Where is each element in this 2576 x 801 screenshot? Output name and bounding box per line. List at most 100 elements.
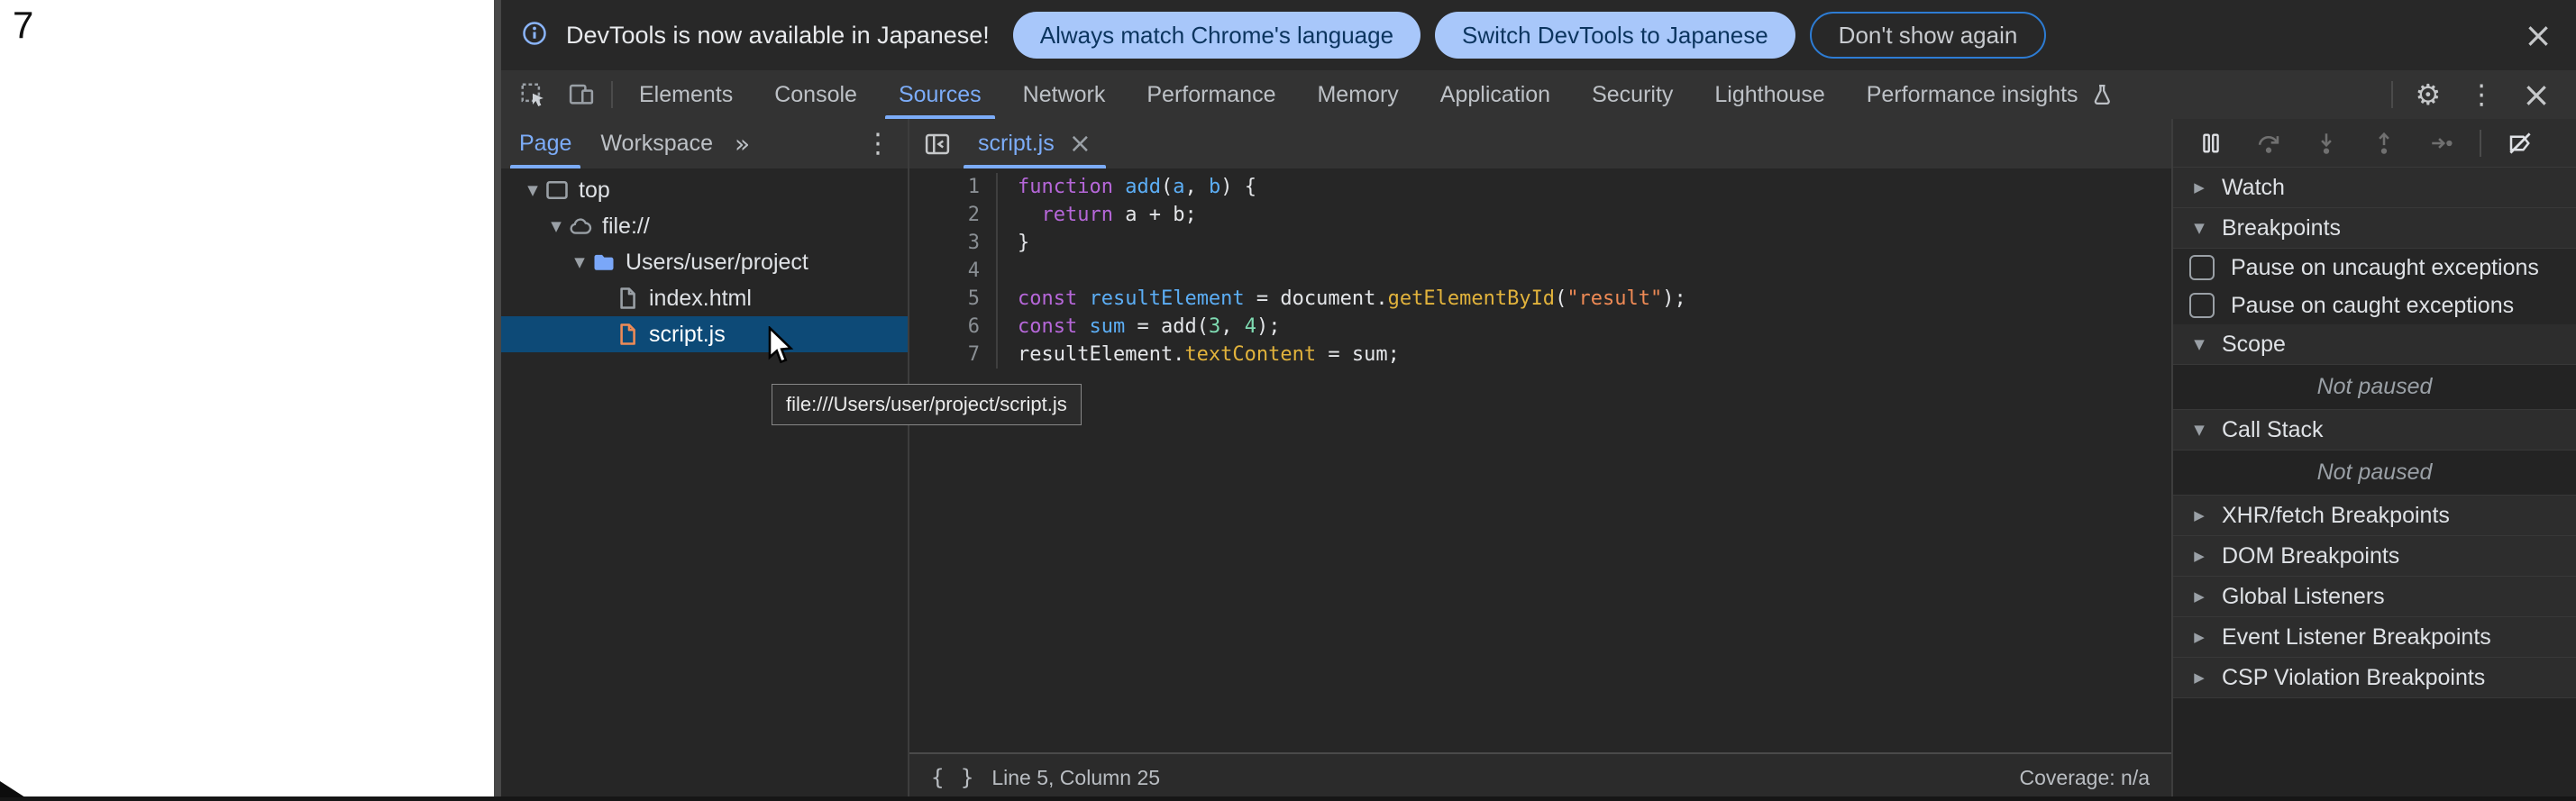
tree-item-script-js[interactable]: script.js xyxy=(501,316,908,352)
partial-cursor-bottom-left xyxy=(0,781,27,797)
section-event-listener-breakpoints[interactable]: ▶ Event Listener Breakpoints xyxy=(2173,617,2576,658)
tab-label: Console xyxy=(774,82,857,108)
expander-icon[interactable]: ▼ xyxy=(2188,336,2211,352)
step-into-icon[interactable] xyxy=(2314,131,2339,156)
line-number[interactable]: 6 xyxy=(909,313,998,341)
line-number[interactable]: 1 xyxy=(909,173,998,201)
section-label: Global Listeners xyxy=(2222,584,2385,610)
code-text: function add(a, b) { xyxy=(998,173,1256,201)
editor-tab-scriptjs[interactable]: script.js × xyxy=(960,119,1110,168)
expander-icon[interactable]: ▶ xyxy=(2188,588,2211,605)
line-number[interactable]: 2 xyxy=(909,201,998,229)
section-breakpoints[interactable]: ▼Breakpoints xyxy=(2173,208,2576,249)
device-toolbar-icon[interactable] xyxy=(557,70,606,119)
pause-icon[interactable] xyxy=(2198,131,2224,156)
code-line-1: 1function add(a, b) { xyxy=(909,173,2171,201)
devtools-tabbar: Elements Console SourcesNetwork Performance… xyxy=(501,70,2576,119)
devtools-close-icon[interactable]: × xyxy=(2511,77,2562,112)
checkbox-icon[interactable] xyxy=(2189,293,2215,318)
sources-navigator-pane: Page Workspace » ⋮ ▼top▼file://▼Users/us… xyxy=(501,119,909,801)
option-pause-on-caught-exceptions[interactable]: Pause on caught exceptions xyxy=(2173,287,2576,324)
code-line-3: 3} xyxy=(909,229,2171,257)
always-match-chromes-language-button[interactable]: Always match Chrome's language xyxy=(1013,12,1420,59)
tab-network[interactable]: Network xyxy=(1002,70,1127,119)
editor-tab-close-icon[interactable]: × xyxy=(1069,131,1092,158)
folder-icon xyxy=(591,250,622,275)
editor-pane: script.js × 1function add(a, b) {2 retur… xyxy=(909,119,2173,801)
expander-icon[interactable]: ▼ xyxy=(544,218,568,234)
section-call-stack[interactable]: ▼ Call Stack xyxy=(2173,410,2576,451)
more-tabs-icon[interactable]: » xyxy=(727,129,757,159)
step-icon[interactable] xyxy=(2429,131,2454,156)
step-over-icon[interactable] xyxy=(2256,131,2281,156)
line-number[interactable]: 4 xyxy=(909,257,998,285)
line-number[interactable]: 3 xyxy=(909,229,998,257)
switch-devtools-to-japanese-button[interactable]: Switch DevTools to Japanese xyxy=(1435,12,1795,59)
tab-sources[interactable]: Sources xyxy=(878,70,1002,119)
pretty-print-icon[interactable]: { } xyxy=(931,765,975,790)
settings-gear-icon[interactable]: ⚙ xyxy=(2404,77,2452,112)
debugger-sidebar: ▶Watch▼BreakpointsPause on uncaught exce… xyxy=(2173,119,2576,801)
tree-item-label: Users/user/project xyxy=(626,250,808,276)
navigator-menu-kebab-icon[interactable]: ⋮ xyxy=(864,128,908,159)
kebab-menu-icon[interactable]: ⋮ xyxy=(2457,79,2506,111)
tab-page[interactable]: Page xyxy=(505,119,586,168)
option-pause-on-uncaught-exceptions[interactable]: Pause on uncaught exceptions xyxy=(2173,249,2576,287)
coverage-label: Coverage: n/a xyxy=(2020,766,2150,790)
code-text: const sum = add(3, 4); xyxy=(998,313,1280,341)
tab-console[interactable]: Console xyxy=(754,70,878,119)
tab-memory[interactable]: Memory xyxy=(1296,70,1419,119)
code-text: } xyxy=(998,229,1029,257)
infobar-close-icon[interactable]: × xyxy=(2524,18,2553,52)
expander-icon[interactable]: ▼ xyxy=(521,182,544,198)
tab-label: Security xyxy=(1592,82,1673,108)
tab-label: Performance xyxy=(1146,82,1275,108)
section-watch[interactable]: ▶Watch xyxy=(2173,168,2576,208)
tab-performance[interactable]: Performance xyxy=(1126,70,1296,119)
inspect-icon[interactable] xyxy=(508,70,557,119)
code-line-5: 5const resultElement = document.getEleme… xyxy=(909,285,2171,313)
tab-security[interactable]: Security xyxy=(1571,70,1694,119)
checkbox-icon[interactable] xyxy=(2189,255,2215,280)
tab-workspace[interactable]: Workspace xyxy=(586,119,727,168)
dont-show-again-button[interactable]: Don't show again xyxy=(1810,12,2047,59)
line-number[interactable]: 7 xyxy=(909,341,998,369)
screenshot-canvas: 7 DevTools is now available in Japanese!… xyxy=(0,0,2576,801)
panel-toggle-icon[interactable] xyxy=(924,131,951,158)
section-xhr-fetch-breakpoints[interactable]: ▶ XHR/fetch Breakpoints xyxy=(2173,496,2576,536)
deactivate-breakpoints-icon[interactable] xyxy=(2507,130,2534,157)
tree-item-index-html[interactable]: index.html xyxy=(501,280,908,316)
section-label: Event Listener Breakpoints xyxy=(2222,624,2491,651)
file-js-icon xyxy=(615,322,645,347)
expander-icon[interactable]: ▼ xyxy=(2188,220,2211,236)
tree-item-file[interactable]: ▼file:// xyxy=(501,208,908,244)
tab-performance-insights[interactable]: Performance insights xyxy=(1846,70,2135,119)
code-editor[interactable]: 1function add(a, b) {2 return a + b;3}4 … xyxy=(909,168,2171,752)
tab-lighthouse[interactable]: Lighthouse xyxy=(1694,70,1845,119)
tab-application[interactable]: Application xyxy=(1420,70,1571,119)
section-label: Call Stack xyxy=(2222,417,2324,443)
expander-icon[interactable]: ▼ xyxy=(568,254,591,270)
section-global-listeners[interactable]: ▶ Global Listeners xyxy=(2173,577,2576,617)
expander-icon[interactable]: ▶ xyxy=(2188,179,2211,196)
expander-icon[interactable]: ▶ xyxy=(2188,507,2211,523)
cloud-icon xyxy=(568,214,598,239)
infobar-message: DevTools is now available in Japanese! xyxy=(566,22,990,50)
expander-icon[interactable]: ▶ xyxy=(2188,629,2211,645)
tree-item-label: index.html xyxy=(649,286,752,312)
editor-tabrow: script.js × xyxy=(909,119,2171,168)
expander-icon[interactable]: ▶ xyxy=(2188,669,2211,686)
section-label: XHR/fetch Breakpoints xyxy=(2222,503,2450,529)
devtools-infobar: DevTools is now available in Japanese! A… xyxy=(501,0,2576,70)
expander-icon[interactable]: ▶ xyxy=(2188,548,2211,564)
section-scope[interactable]: ▼Scope xyxy=(2173,324,2576,365)
file-icon xyxy=(615,286,645,311)
step-out-icon[interactable] xyxy=(2371,131,2397,156)
line-number[interactable]: 5 xyxy=(909,285,998,313)
expander-icon[interactable]: ▼ xyxy=(2188,422,2211,438)
tree-item-top[interactable]: ▼top xyxy=(501,172,908,208)
section-dom-breakpoints[interactable]: ▶DOM Breakpoints xyxy=(2173,536,2576,577)
tree-item-users-user-project[interactable]: ▼ Users/user/project xyxy=(501,244,908,280)
tab-elements[interactable]: Elements xyxy=(618,70,754,119)
section-csp-violation-breakpoints[interactable]: ▶CSP Violation Breakpoints xyxy=(2173,658,2576,698)
